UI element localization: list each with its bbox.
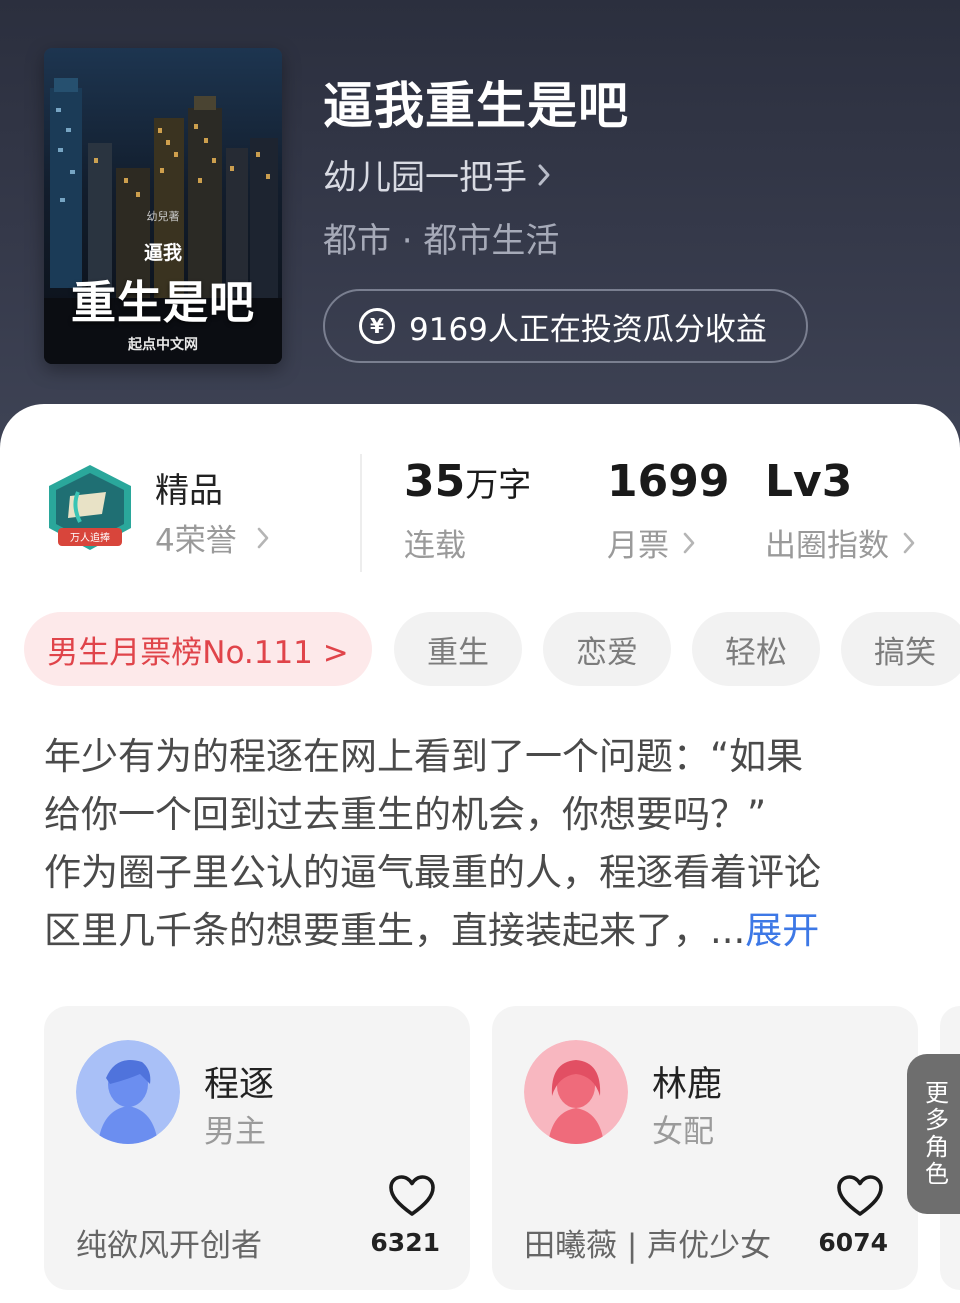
character-description: 纯欲风开创者	[76, 1228, 262, 1264]
chevron-right-icon	[903, 532, 915, 553]
honors-count: 4荣誉	[155, 523, 237, 559]
investment-text: 9169人正在投资瓜分收益	[409, 311, 767, 348]
tag-rebirth[interactable]: 重生	[394, 612, 522, 686]
character-card[interactable]: 程逐 男主 6321 纯欲风开创者	[44, 1006, 470, 1290]
monthly-votes-value: 1699	[607, 456, 730, 507]
honors-link[interactable]: 4荣誉	[155, 515, 269, 560]
character-role: 男主	[204, 1114, 266, 1150]
heart-icon[interactable]	[836, 1174, 884, 1218]
tag-comedy[interactable]: 搞笑	[841, 612, 960, 686]
synopsis-line: 年少有为的程逐在网上看到了一个问题：“如果	[44, 735, 804, 778]
character-name: 林鹿	[652, 1065, 723, 1105]
tag-romance[interactable]: 恋爱	[543, 612, 671, 686]
cover-title-big: 重生是吧	[70, 276, 255, 329]
more-roles-char: 更	[925, 1079, 949, 1107]
synopsis-line: 给你一个回到过去重生的机会，你想要吗？”	[44, 793, 767, 836]
investment-button[interactable]: ¥ 9169人正在投资瓜分收益	[323, 289, 808, 363]
like-count: 6321	[370, 1228, 440, 1257]
character-name: 程逐	[204, 1065, 275, 1105]
popularity-level-value: Lv3	[765, 456, 853, 507]
synopsis-last-line: 区里几千条的想要重生，直接装起来了，...展开	[44, 902, 904, 960]
character-role: 女配	[652, 1114, 714, 1150]
book-title: 逼我重生是吧	[323, 77, 629, 135]
book-genre: 都市 · 都市生活	[323, 221, 560, 261]
cover-title-small: 逼我	[143, 242, 182, 264]
more-roles-char: 色	[925, 1160, 949, 1188]
more-roles-button[interactable]: 更 多 角 色	[907, 1054, 960, 1214]
character-card[interactable]: 林鹿 女配 6074 田曦薇 | 声优少女	[492, 1006, 918, 1290]
avatar	[524, 1040, 628, 1144]
word-count-value: 35	[404, 456, 466, 507]
character-description: 田曦薇 | 声优少女	[524, 1228, 772, 1264]
chevron-right-icon	[538, 164, 550, 185]
chevron-right-icon	[683, 532, 695, 553]
badge-caption: 万人追捧	[70, 531, 110, 544]
stats-divider	[360, 454, 362, 572]
more-roles-char: 角	[925, 1133, 949, 1161]
more-roles-char: 多	[925, 1106, 949, 1134]
avatar	[76, 1040, 180, 1144]
popularity-index-label: 出圈指数	[765, 528, 889, 564]
chevron-right-icon	[257, 527, 269, 548]
heart-icon[interactable]	[388, 1174, 436, 1218]
book-cover[interactable]: 幼兒著 逼我 重生是吧 起点中文网	[44, 48, 282, 364]
yen-icon: ¥	[359, 308, 395, 344]
word-count-unit: 万字	[465, 465, 532, 504]
cover-author-text: 幼兒著	[146, 210, 180, 223]
quality-tier: 精品	[155, 471, 223, 511]
popularity-index-link[interactable]: 出圈指数	[765, 520, 915, 565]
cover-publisher: 起点中文网	[128, 337, 198, 353]
author-link[interactable]: 幼儿园一把手	[323, 150, 551, 199]
word-count: 35万字	[404, 456, 531, 507]
tag-monthly-rank[interactable]: 男生月票榜No.111 >	[24, 612, 372, 686]
synopsis-line: 区里几千条的想要重生，直接装起来了，...	[44, 909, 746, 952]
monthly-votes-label: 月票	[607, 528, 669, 564]
author-name: 幼儿园一把手	[323, 158, 527, 198]
tag-relaxed[interactable]: 轻松	[692, 612, 820, 686]
monthly-votes-link[interactable]: 月票	[607, 520, 695, 565]
synopsis-line: 作为圈子里公认的逼气最重的人，程逐看着评论	[44, 851, 821, 894]
expand-link[interactable]: 展开	[745, 909, 819, 952]
like-count: 6074	[818, 1228, 888, 1257]
quality-badge-icon[interactable]: 万人追捧	[44, 462, 136, 558]
tag-list: 男生月票榜No.111 > 重生 恋爱 轻松 搞笑	[24, 612, 960, 688]
book-detail-page: 幼兒著 逼我 重生是吧 起点中文网 逼我重生是吧 幼儿园一把手 都市 · 都市生…	[0, 0, 960, 1303]
serial-status-label: 连载	[404, 528, 466, 564]
serial-status: 连载	[404, 520, 466, 565]
book-synopsis: 年少有为的程逐在网上看到了一个问题：“如果 给你一个回到过去重生的机会，你想要吗…	[44, 728, 904, 960]
